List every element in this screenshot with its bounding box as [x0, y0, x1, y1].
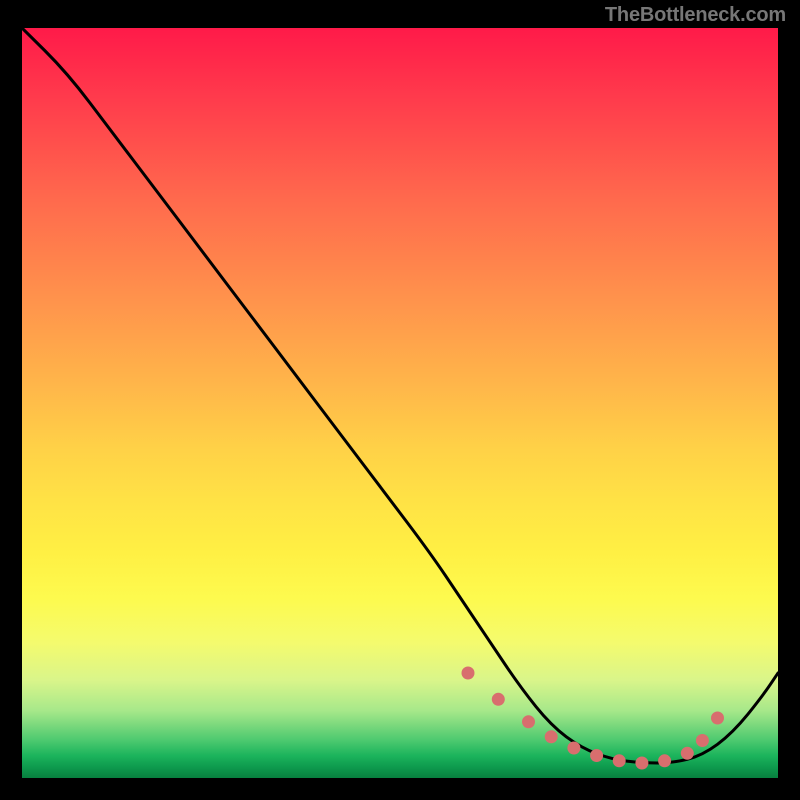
marker-dot: [696, 734, 709, 747]
watermark-text: TheBottleneck.com: [605, 4, 786, 27]
marker-dot: [681, 747, 694, 760]
marker-dot: [567, 742, 580, 755]
chart-stage: TheBottleneck.com: [0, 0, 800, 800]
plot-area: [22, 28, 778, 778]
marker-dot: [590, 749, 603, 762]
marker-dot: [711, 712, 724, 725]
marker-dot: [462, 667, 475, 680]
bottleneck-curve: [22, 28, 778, 763]
marker-dot: [545, 730, 558, 743]
marker-dot: [522, 715, 535, 728]
marker-group: [462, 667, 725, 770]
marker-dot: [492, 693, 505, 706]
marker-dot: [658, 754, 671, 767]
curve-overlay: [22, 28, 778, 778]
marker-dot: [635, 757, 648, 770]
marker-dot: [613, 754, 626, 767]
